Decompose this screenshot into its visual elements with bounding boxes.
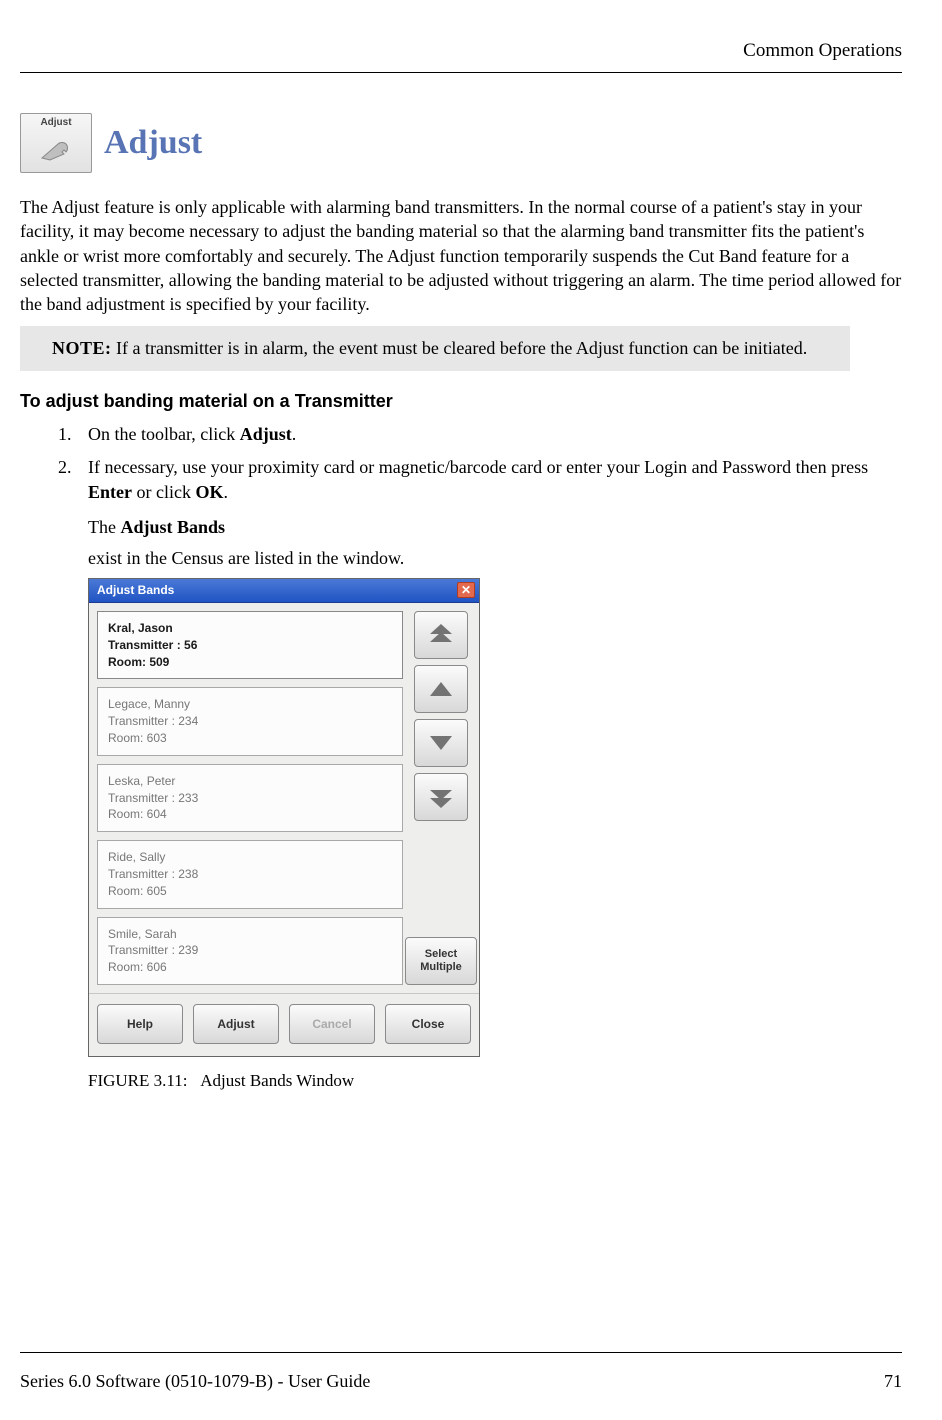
figure-wrap: Adjust Bands ✕ Kral, Jason Transmitter :…	[88, 578, 902, 1091]
intro-paragraph: The Adjust feature is only applicable wi…	[20, 195, 902, 316]
double-chevron-up-icon	[426, 624, 456, 646]
adjust-bands-dialog: Adjust Bands ✕ Kral, Jason Transmitter :…	[88, 578, 480, 1057]
note-label: NOTE:	[52, 338, 112, 358]
page-footer: Series 6.0 Software (0510-1079-B) - User…	[20, 1352, 902, 1392]
adjust-toolbar-icon: Adjust	[20, 113, 92, 173]
cancel-button[interactable]: Cancel	[289, 1004, 375, 1044]
procedure-list: On the toolbar, click Adjust. If necessa…	[76, 422, 902, 506]
scroll-down-button[interactable]	[414, 719, 468, 767]
page-number: 71	[884, 1371, 902, 1392]
step-2-cont-1: The Adjust Bands	[88, 515, 902, 539]
list-item[interactable]: Legace, Manny Transmitter : 234 Room: 60…	[97, 687, 403, 755]
close-icon[interactable]: ✕	[457, 582, 475, 598]
step-2-cont-2: exist in the Census are listed in the wi…	[88, 546, 902, 570]
footer-left: Series 6.0 Software (0510-1079-B) - User…	[20, 1371, 370, 1392]
title-row: Adjust Adjust	[20, 113, 902, 173]
help-button[interactable]: Help	[97, 1004, 183, 1044]
dialog-title: Adjust Bands	[97, 583, 174, 597]
scroll-top-button[interactable]	[414, 611, 468, 659]
scroll-column: Select Multiple	[411, 611, 471, 985]
step-1: On the toolbar, click Adjust.	[76, 422, 902, 447]
select-multiple-button[interactable]: Select Multiple	[405, 937, 477, 985]
chevron-down-icon	[430, 736, 452, 750]
double-chevron-down-icon	[426, 786, 456, 808]
dialog-footer: Help Adjust Cancel Close	[89, 993, 479, 1056]
adjust-button[interactable]: Adjust	[193, 1004, 279, 1044]
list-item[interactable]: Kral, Jason Transmitter : 56 Room: 509	[97, 611, 403, 679]
adjust-icon-label: Adjust	[40, 117, 71, 128]
list-item[interactable]: Ride, Sally Transmitter : 238 Room: 605	[97, 840, 403, 908]
wrench-icon	[36, 132, 76, 164]
dialog-body: Kral, Jason Transmitter : 56 Room: 509 L…	[89, 603, 479, 993]
list-item[interactable]: Leska, Peter Transmitter : 233 Room: 604	[97, 764, 403, 832]
scroll-up-button[interactable]	[414, 665, 468, 713]
section-name: Common Operations	[743, 40, 902, 61]
chevron-up-icon	[430, 682, 452, 696]
scroll-bottom-button[interactable]	[414, 773, 468, 821]
patient-list: Kral, Jason Transmitter : 56 Room: 509 L…	[97, 611, 403, 985]
page-header: Common Operations	[20, 40, 902, 73]
procedure-heading: To adjust banding material on a Transmit…	[20, 391, 902, 412]
step-2: If necessary, use your proximity card or…	[76, 455, 902, 505]
figure-caption: FIGURE 3.11: Adjust Bands Window	[88, 1071, 902, 1091]
dialog-titlebar: Adjust Bands ✕	[89, 579, 479, 603]
note-box: NOTE: If a transmitter is in alarm, the …	[20, 326, 850, 370]
note-text: If a transmitter is in alarm, the event …	[112, 338, 808, 358]
list-item[interactable]: Smile, Sarah Transmitter : 239 Room: 606	[97, 917, 403, 985]
close-button[interactable]: Close	[385, 1004, 471, 1044]
page-title: Adjust	[104, 124, 202, 162]
